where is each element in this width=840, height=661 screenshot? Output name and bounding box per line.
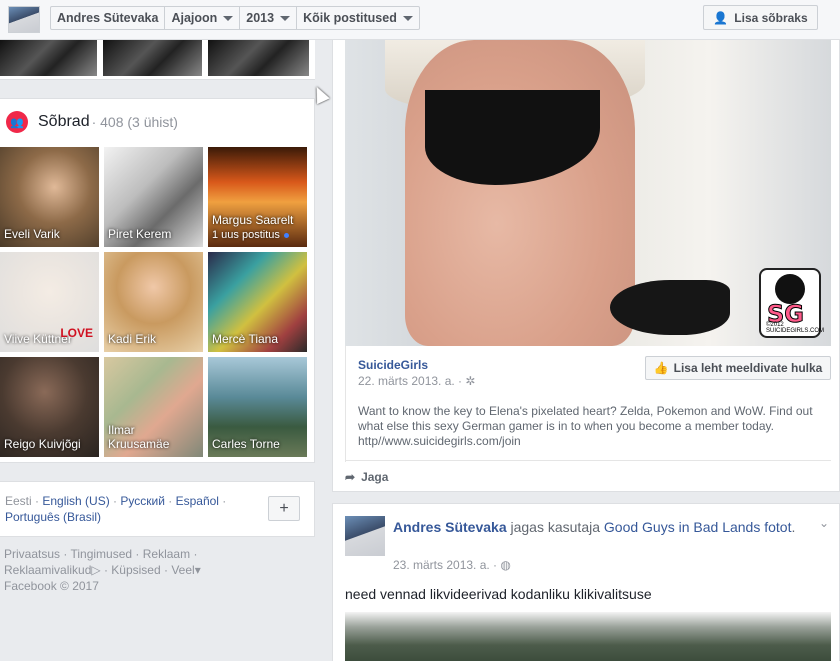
suicidegirls-logo: SG ©2012 SUICIDEGIRLS.COM — [759, 268, 824, 338]
footer-link[interactable]: Tingimused — [70, 547, 132, 561]
footer-link[interactable]: Reklaamivalikud — [4, 563, 91, 577]
chevron-down-icon — [280, 15, 291, 21]
timeline-navigation: Andres Sütevaka Ajajoon 2013 Kõik postit… — [50, 6, 420, 30]
share-button[interactable]: ➦ Jaga — [345, 470, 388, 484]
gear-icon: ✲ — [465, 374, 476, 388]
friends-header: 👥 Sõbrad · 408 (3 ühist) — [6, 111, 178, 133]
chevron-down-icon — [223, 15, 234, 21]
language-list: Eesti · English (US) · Русский · Español… — [5, 494, 227, 524]
profile-name-link[interactable]: Andres Sütevaka — [51, 7, 166, 29]
shared-link-post: SG ©2012 SUICIDEGIRLS.COM SuicideGirls 2… — [332, 40, 840, 492]
photo-thumbnail[interactable] — [208, 40, 309, 76]
friend-tile[interactable]: Eveli Varik — [0, 147, 99, 247]
post-image[interactable]: SG ©2012 SUICIDEGIRLS.COM — [345, 40, 831, 346]
share-arrow-icon: ➦ — [345, 470, 356, 484]
language-box: Eesti · English (US) · Русский · Español… — [0, 481, 315, 537]
add-friend-button[interactable]: 👤 Lisa sõbraks — [703, 5, 818, 30]
post-text: need vennad likvideerivad kodanliku klik… — [345, 586, 652, 602]
current-language: Eesti — [5, 494, 32, 508]
divider — [345, 460, 831, 461]
friend-tile[interactable]: Piret Kerem — [104, 147, 203, 247]
post-date[interactable]: 22. märts 2013. a. · ✲ — [358, 374, 475, 388]
friend-tile[interactable]: Ilmar Kruusamäe — [104, 357, 203, 457]
adchoices-icon: ▷ — [91, 563, 101, 577]
language-link[interactable]: Русский — [120, 494, 165, 508]
avatar[interactable] — [345, 516, 385, 556]
friend-tile[interactable]: Viive Küttner LOVE — [0, 252, 99, 352]
profile-thumbnail[interactable] — [8, 6, 40, 33]
shared-page-link[interactable]: Good Guys in Bad Lands — [604, 519, 760, 535]
author-link[interactable]: Andres Sütevaka — [393, 519, 507, 535]
friend-tile[interactable]: Margus Saarelt 1 uus postitus — [208, 147, 307, 247]
year-dropdown[interactable]: 2013 — [240, 7, 298, 29]
post-filter-dropdown[interactable]: Kõik postitused — [297, 7, 419, 29]
post-date[interactable]: 23. märts 2013. a. · ◍ — [393, 558, 511, 572]
photo-link[interactable]: fotot — [764, 519, 791, 535]
globe-icon: ◍ — [500, 558, 511, 572]
photos-strip — [0, 40, 315, 80]
friends-title[interactable]: Sõbrad — [38, 113, 90, 131]
language-link[interactable]: English (US) — [42, 494, 109, 508]
cover-nav-bar: Andres Sütevaka Ajajoon 2013 Kõik postit… — [0, 0, 840, 40]
page-footer: Privaatsus · Tingimused · Reklaam · Rekl… — [4, 547, 201, 593]
thumbs-up-icon: 👍 — [653, 361, 669, 375]
footer-link[interactable]: Veel — [171, 563, 194, 577]
language-link[interactable]: Português (Brasil) — [5, 510, 101, 524]
friend-tile[interactable]: Reigo Kuivjõgi — [0, 357, 99, 457]
friend-tile[interactable]: Carles Torne — [208, 357, 307, 457]
post-image[interactable] — [345, 612, 831, 661]
photo-thumbnail[interactable] — [0, 40, 97, 76]
link-preview: SuicideGirls 22. märts 2013. a. · ✲ 👍 Li… — [345, 346, 831, 462]
timeline-dropdown[interactable]: Ajajoon — [165, 7, 241, 29]
caret-down-icon: ▾ — [194, 563, 201, 577]
like-page-button[interactable]: 👍 Lisa leht meeldivate hulka — [645, 356, 831, 380]
footer-link[interactable]: Reklaam — [143, 547, 190, 561]
add-friend-icon: 👤 — [713, 10, 729, 25]
copyright: Facebook © 2017 — [4, 579, 99, 593]
friend-tile[interactable]: Mercè Tiana — [208, 252, 307, 352]
unread-dot-icon — [283, 232, 289, 238]
footer-link[interactable]: Privaatsus — [4, 547, 60, 561]
page-name-link[interactable]: SuicideGirls — [358, 358, 428, 372]
post-header: Andres Sütevaka jagas kasutaja Good Guys… — [393, 519, 796, 535]
chevron-down-icon — [402, 15, 413, 21]
shared-photo-post: Andres Sütevaka jagas kasutaja Good Guys… — [332, 503, 840, 661]
friends-icon: 👥 — [6, 111, 28, 133]
friend-tile[interactable]: Kadi Erik — [104, 252, 203, 352]
love-text-decoration: LOVE — [60, 326, 93, 340]
post-options-chevron-icon[interactable]: ⌄ — [819, 516, 829, 530]
friends-count: · 408 (3 ühist) — [91, 114, 178, 130]
link-description: Want to know the key to Elena's pixelate… — [358, 404, 813, 448]
friends-box: 👥 Sõbrad · 408 (3 ühist) Eveli Varik Pir… — [0, 98, 315, 463]
photo-thumbnail[interactable] — [103, 40, 202, 76]
language-link[interactable]: Español — [176, 494, 219, 508]
footer-link[interactable]: Küpsised — [111, 563, 160, 577]
add-language-button[interactable]: + — [268, 496, 300, 521]
